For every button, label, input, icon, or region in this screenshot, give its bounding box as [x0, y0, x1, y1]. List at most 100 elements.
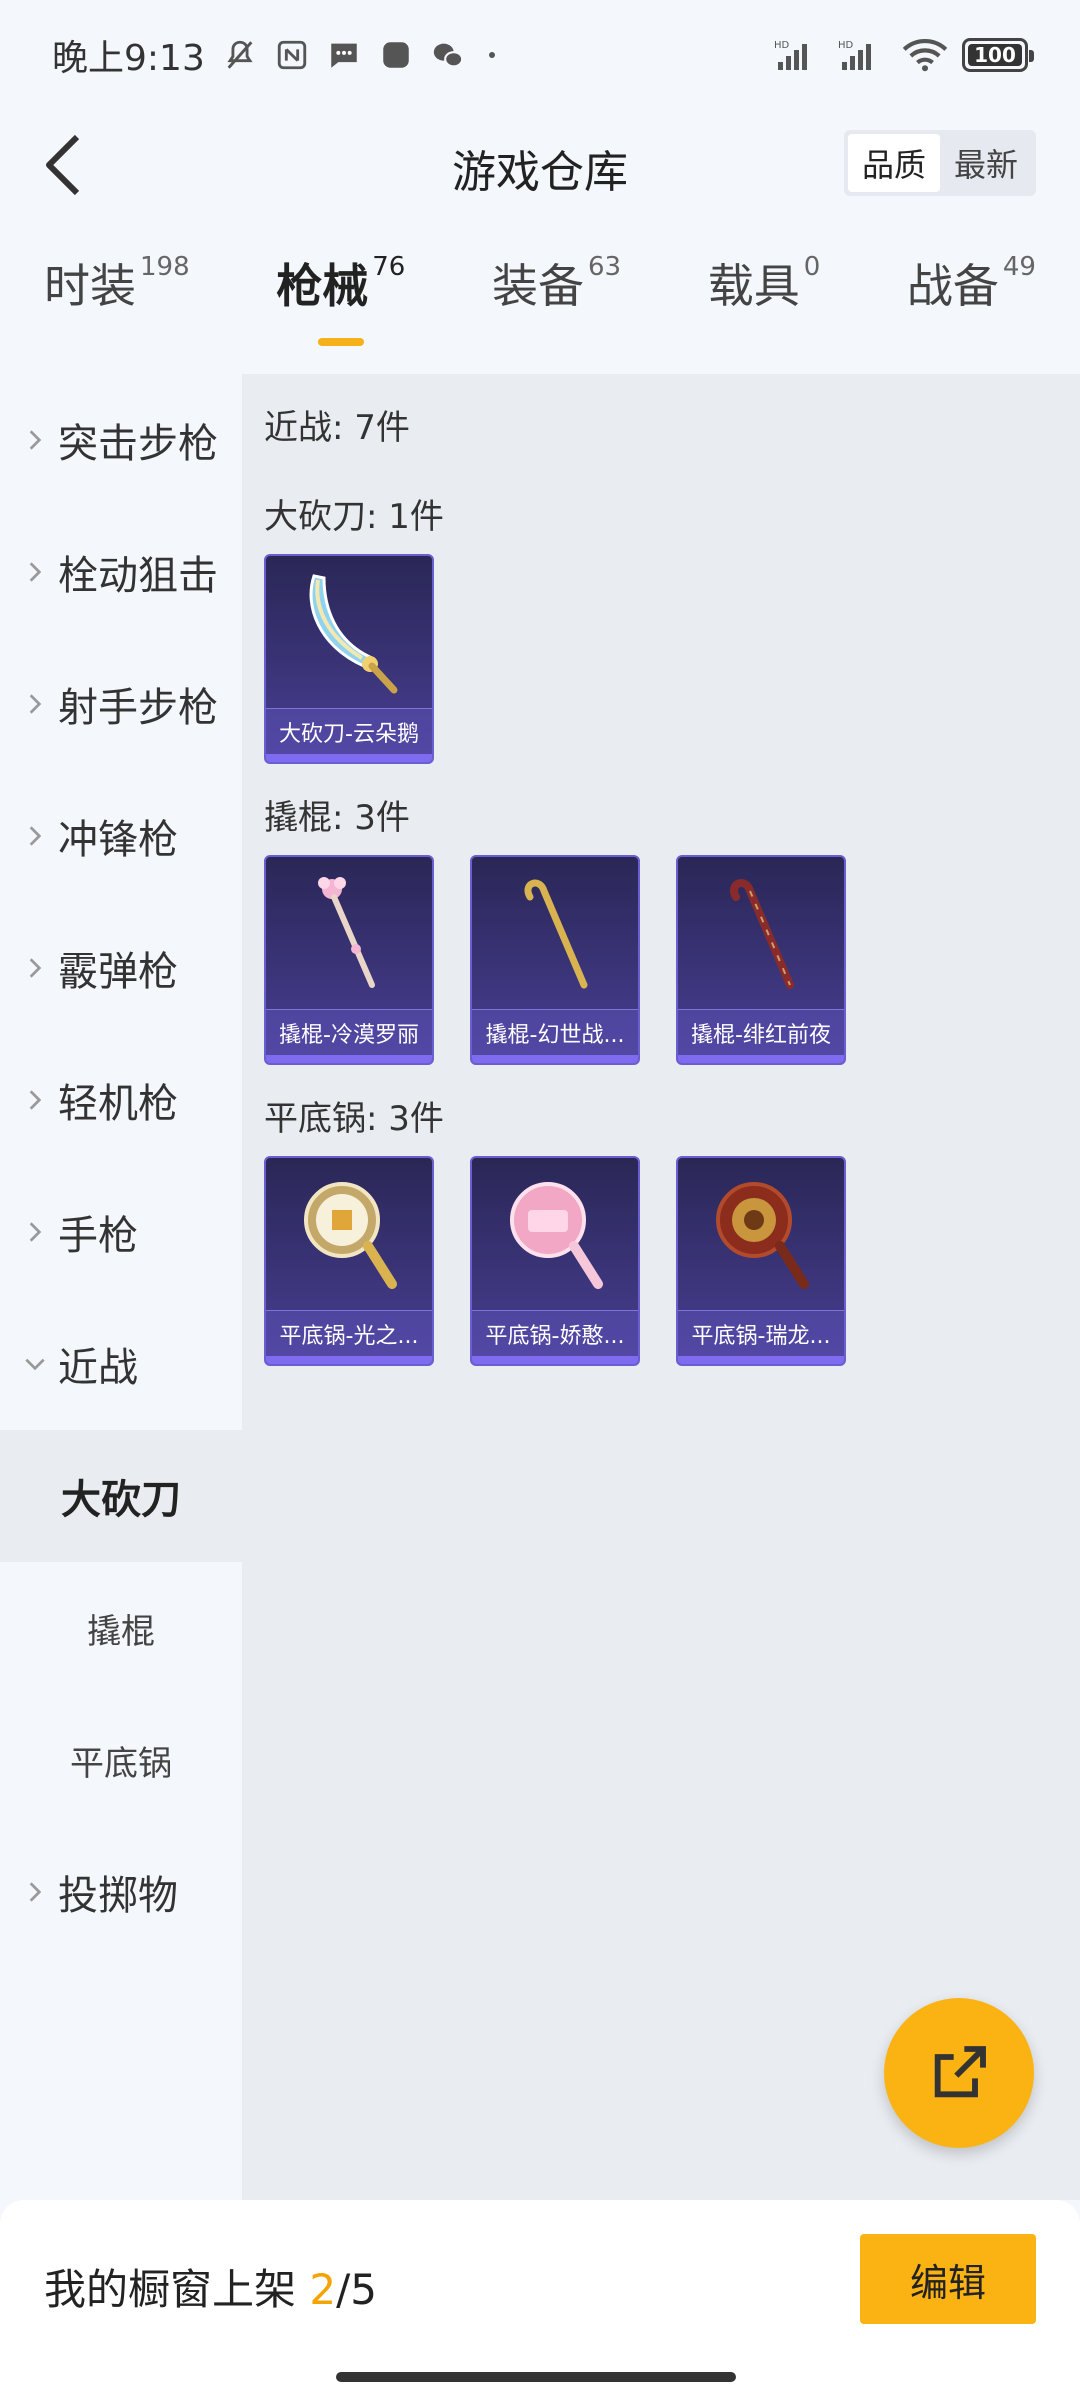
- sidebar-item-melee[interactable]: 近战: [0, 1298, 242, 1430]
- sidebar-item-marksman-rifle[interactable]: 射手步枪: [0, 638, 242, 770]
- sidebar-item-pistol[interactable]: 手枪: [0, 1166, 242, 1298]
- item-card[interactable]: 平底锅-光之...: [264, 1156, 434, 1366]
- svg-text:HD: HD: [838, 40, 854, 51]
- sidebar-item-bolt-sniper[interactable]: 栓动狙击: [0, 506, 242, 638]
- machete-icon: [266, 556, 432, 706]
- tab-label: 战备: [906, 259, 999, 313]
- card-row: 撬棍-冷漠罗丽 撬棍-幻世战... 撬棍-绯红前夜: [264, 855, 1080, 1065]
- sidebar-item-label: 冲锋枪: [58, 817, 178, 863]
- shelf-total: /5: [336, 2265, 377, 2314]
- card-row: 平底锅-光之... 平底锅-娇憨... 平底锅-瑞龙...: [264, 1156, 1080, 1366]
- item-name: 撬棍-冷漠罗丽: [266, 1009, 432, 1055]
- svg-text:HD: HD: [774, 40, 790, 51]
- status-bar: 晚上9:13 HD HD 100: [0, 0, 1080, 110]
- chevron-right-icon: [29, 694, 42, 714]
- chevron-right-icon: [29, 562, 42, 582]
- tab-count: 0: [803, 252, 821, 282]
- tab-label: 时装: [44, 259, 136, 313]
- section-title: 近战: 7件: [264, 408, 410, 448]
- sidebar-item-assault-rifle[interactable]: 突击步枪: [0, 374, 242, 506]
- sidebar-item-label: 轻机枪: [58, 1081, 178, 1127]
- shelf-label: 我的橱窗上架: [44, 2265, 310, 2314]
- sidebar-item-label: 近战: [58, 1345, 138, 1391]
- chevron-right-icon: [29, 1882, 42, 1902]
- item-name: 平底锅-光之...: [266, 1310, 432, 1356]
- tab-vehicles[interactable]: 载具 0: [708, 250, 821, 360]
- home-indicator[interactable]: [336, 2372, 736, 2382]
- app-icon: [383, 42, 409, 68]
- sidebar-item-label: 投掷物: [58, 1873, 178, 1919]
- status-time: 晚上9:13: [52, 38, 205, 79]
- item-card[interactable]: 大砍刀-云朵鹅: [264, 554, 434, 764]
- category-tabs: 时装 198 枪械 76 装备 63 载具 0 战备 49: [0, 250, 1080, 360]
- nfc-icon: [277, 40, 307, 70]
- tab-label: 载具: [707, 259, 800, 313]
- chevron-right-icon: [29, 430, 42, 450]
- crowbar-icon: [472, 857, 638, 1007]
- pan-icon: [472, 1158, 638, 1308]
- edit-button[interactable]: 编辑: [860, 2234, 1036, 2324]
- group-title: 撬棍: 3件: [264, 798, 410, 838]
- item-card[interactable]: 撬棍-幻世战...: [470, 855, 640, 1065]
- signal-icon-2: HD: [838, 40, 871, 70]
- item-name: 大砍刀-云朵鹅: [266, 708, 432, 754]
- tab-label: 枪械: [276, 259, 369, 313]
- sidebar-item-label: 霰弹枪: [58, 949, 178, 995]
- sidebar-item-label: 栓动狙击: [58, 553, 218, 599]
- item-grid: 近战: 7件 大砍刀: 1件 大砍刀-云朵鹅 撬棍: 3件 撬棍-冷漠罗丽 撬棍…: [242, 374, 1080, 2200]
- item-name: 平底锅-瑞龙...: [678, 1310, 844, 1356]
- item-card[interactable]: 撬棍-冷漠罗丽: [264, 855, 434, 1065]
- tab-fashion[interactable]: 时装 198: [44, 250, 190, 360]
- crowbar-icon: [266, 857, 432, 1007]
- item-card[interactable]: 平底锅-瑞龙...: [676, 1156, 846, 1366]
- sidebar-item-label: 突击步枪: [58, 421, 218, 467]
- tab-count: 63: [587, 252, 622, 282]
- shelf-current: 2: [309, 2265, 337, 2314]
- sidebar-item-throwables[interactable]: 投掷物: [0, 1826, 242, 1958]
- shelf-status: 我的橱窗上架 2/5: [44, 2256, 377, 2317]
- dot-icon: [488, 52, 495, 58]
- sidebar-subitem-crowbar[interactable]: 撬棍: [0, 1562, 242, 1694]
- sort-toggle: 品质 最新: [844, 130, 1036, 196]
- sidebar-item-lmg[interactable]: 轻机枪: [0, 1034, 242, 1166]
- item-card[interactable]: 平底锅-娇憨...: [470, 1156, 640, 1366]
- sidebar-item-smg[interactable]: 冲锋枪: [0, 770, 242, 902]
- chevron-down-icon: [25, 1358, 45, 1371]
- active-tab-indicator: [318, 338, 365, 346]
- card-row: 大砍刀-云朵鹅: [264, 554, 1080, 764]
- pan-icon: [266, 1158, 432, 1308]
- item-card[interactable]: 撬棍-绯红前夜: [676, 855, 846, 1065]
- group-title: 平底锅: 3件: [264, 1099, 444, 1139]
- header: 游戏仓库 品质 最新: [0, 110, 1080, 220]
- tab-equipment[interactable]: 装备 63: [492, 250, 621, 360]
- signal-icon: HD: [774, 40, 807, 70]
- item-name: 平底锅-娇憨...: [472, 1310, 638, 1356]
- sort-newest-button[interactable]: 最新: [940, 134, 1032, 192]
- wifi-icon: [902, 39, 948, 72]
- share-external-icon: [934, 2046, 986, 2098]
- chevron-right-icon: [29, 1222, 42, 1242]
- battery-icon: 100: [962, 38, 1034, 72]
- wechat-icon: [433, 43, 464, 68]
- chevron-right-icon: [29, 826, 42, 846]
- tab-count: 49: [1002, 252, 1036, 282]
- mute-bell-icon: [227, 40, 253, 69]
- item-name: 撬棍-绯红前夜: [678, 1009, 844, 1055]
- sidebar-subitem-machete[interactable]: 大砍刀: [0, 1430, 242, 1562]
- tab-supplies[interactable]: 战备 49: [907, 250, 1036, 360]
- sort-quality-button[interactable]: 品质: [848, 134, 940, 192]
- chevron-right-icon: [29, 1090, 42, 1110]
- sidebar-subitem-pan[interactable]: 平底锅: [0, 1694, 242, 1826]
- group-title: 大砍刀: 1件: [264, 497, 444, 537]
- sidebar-item-shotgun[interactable]: 霰弹枪: [0, 902, 242, 1034]
- tab-count: 76: [372, 252, 406, 282]
- message-icon: [331, 43, 357, 68]
- sidebar: 突击步枪 栓动狙击 射手步枪 冲锋枪 霰弹枪 轻机枪 手枪 近战 大砍刀 撬棍 …: [0, 374, 242, 2200]
- bottom-bar: 我的橱窗上架 2/5 编辑: [0, 2200, 1080, 2400]
- tab-label: 装备: [491, 259, 584, 313]
- sidebar-item-label: 手枪: [58, 1213, 138, 1259]
- pan-icon: [678, 1158, 844, 1308]
- sidebar-item-label: 射手步枪: [58, 685, 218, 731]
- share-fab[interactable]: [884, 1998, 1034, 2148]
- tab-firearms[interactable]: 枪械 76: [276, 250, 405, 360]
